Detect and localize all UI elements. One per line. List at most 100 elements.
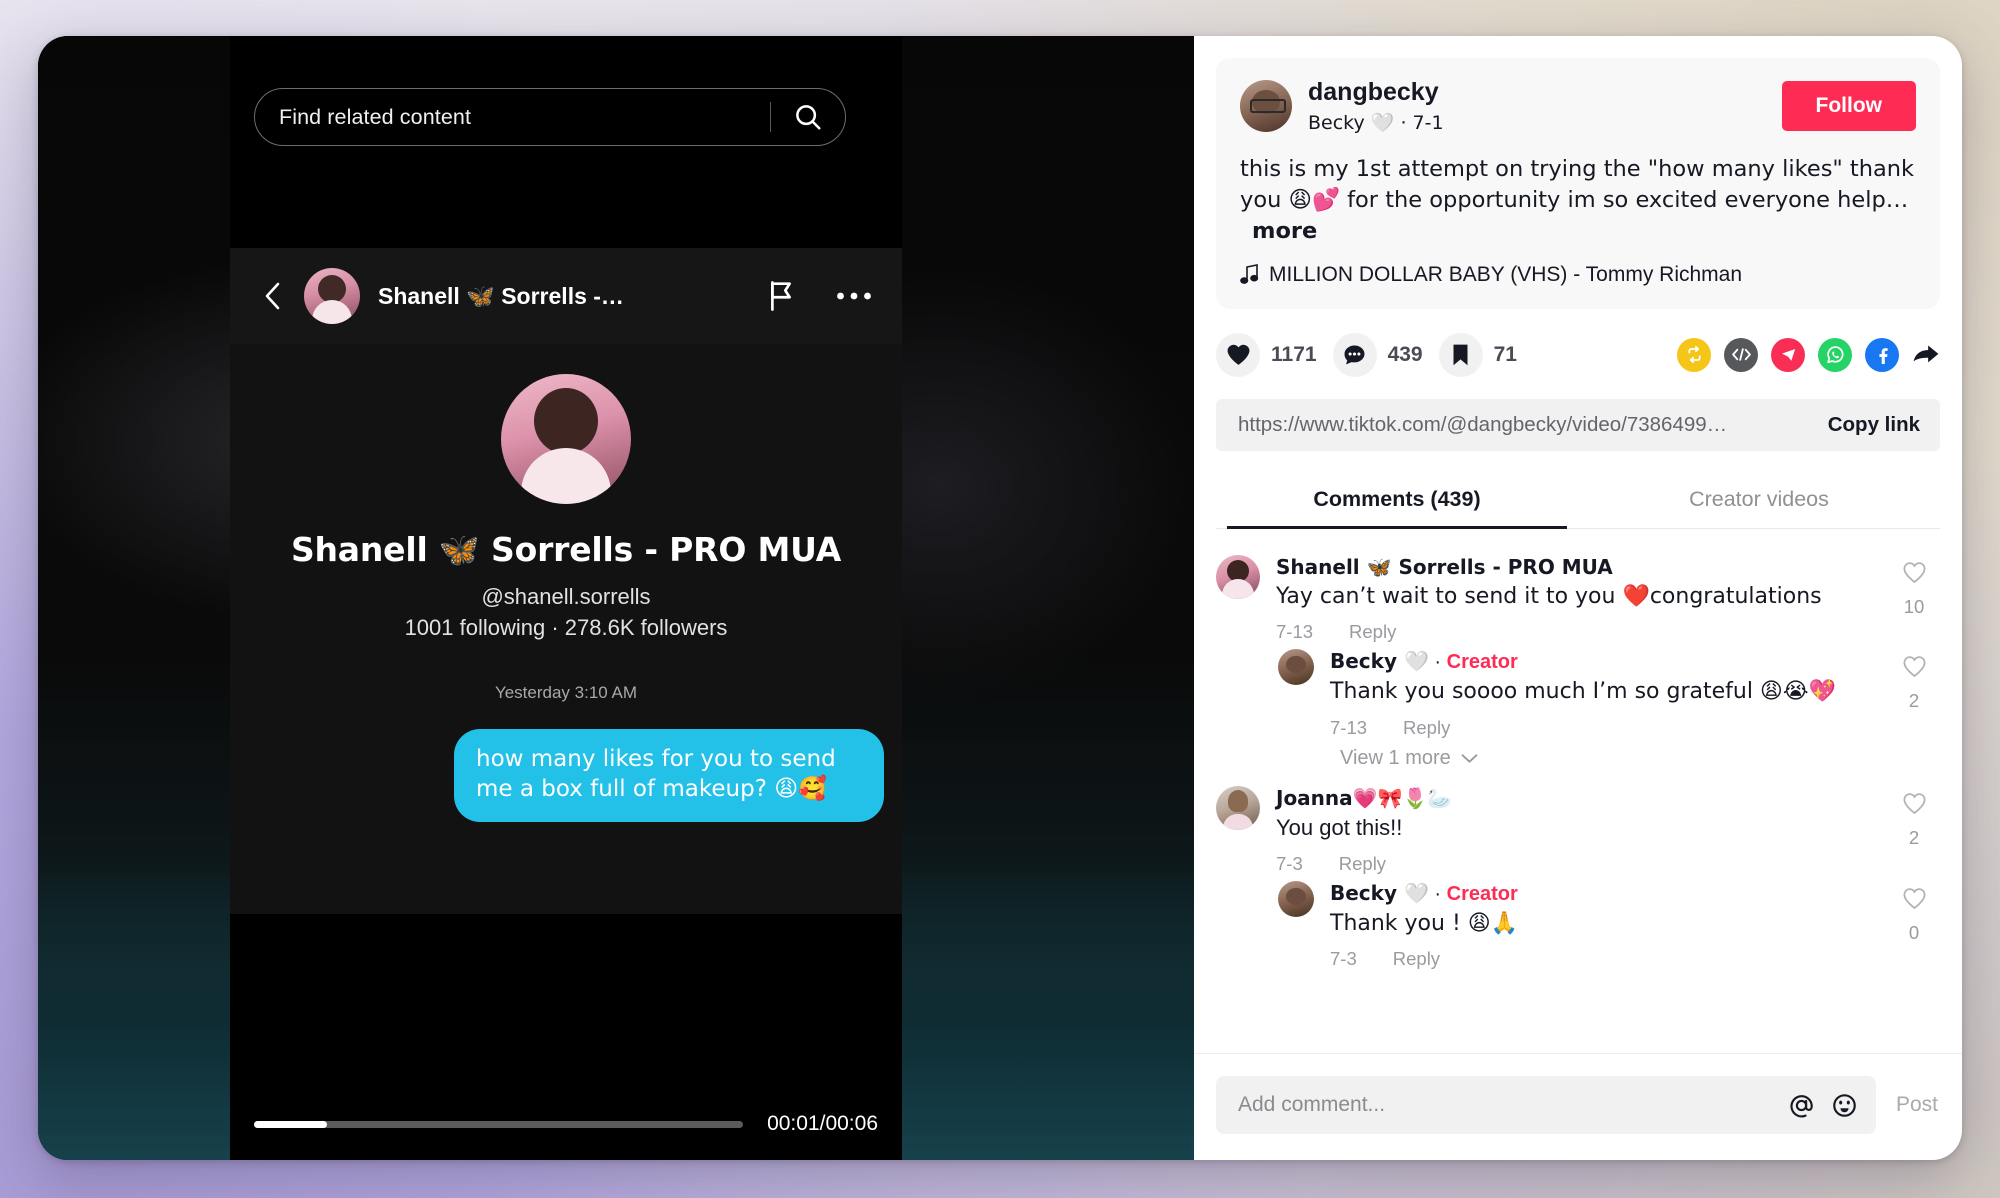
copy-link-button[interactable]: Copy link <box>1810 413 1920 437</box>
comment-item: Joanna💗🎀🌷🦢 You got this!! 7-3 Reply 2 <box>1216 786 1940 875</box>
comment-icon-wrapper <box>1332 332 1377 377</box>
share-more-button[interactable] <box>1912 343 1940 367</box>
comment-body: Becky 🤍 · Creator Thank you ! 😩🙏 7-3 Rep… <box>1330 881 1872 971</box>
tiktok-video-window: Find related content Shanell 🦋 Sorrells … <box>38 36 1962 1160</box>
comment-reply-button[interactable]: Reply <box>1393 948 1440 970</box>
repost-icon <box>1687 346 1701 364</box>
comment-meta: 7-13 Reply <box>1276 621 1872 643</box>
video-pane: Find related content Shanell 🦋 Sorrells … <box>38 36 1194 1160</box>
comment-reply-button[interactable]: Reply <box>1339 853 1386 875</box>
bookmark-stat[interactable]: 71 <box>1438 332 1517 377</box>
comment-compose-bar: Post <box>1194 1053 1962 1160</box>
comment-like-button[interactable]: 2 <box>1888 786 1940 875</box>
mention-button[interactable] <box>1788 1092 1815 1119</box>
embed-button[interactable] <box>1724 337 1758 372</box>
chevron-left-icon <box>265 282 280 310</box>
comment-meta: 7-13 Reply <box>1330 717 1872 739</box>
facebook-icon <box>1879 348 1888 364</box>
copy-link-row: https://www.tiktok.com/@dangbecky/video/… <box>1216 398 1940 451</box>
chevron-down-icon <box>1461 754 1478 763</box>
comment-like-count: 10 <box>1903 595 1925 617</box>
commenter-avatar[interactable] <box>1278 649 1314 686</box>
message-bubble: how many likes for you to send me a box … <box>454 729 884 822</box>
commenter-name[interactable]: Becky 🤍 · Creator <box>1330 881 1872 906</box>
profile-handle: @shanell.sorrells <box>481 584 651 609</box>
comment-text: You got this!! <box>1276 815 1403 841</box>
embed-code-icon <box>1731 348 1751 362</box>
profile-stats: 1001 following · 278.6K followers <box>404 615 728 640</box>
comment-item: Shanell 🦋 Sorrells - PRO MUA Yay can’t w… <box>1216 554 1940 644</box>
post-comment-button[interactable]: Post <box>1894 1093 1940 1117</box>
author-texts: dangbecky Becky 🤍 · 7-1 <box>1308 78 1766 134</box>
search-input[interactable]: Find related content <box>255 105 770 130</box>
detail-tabs: Comments (439) Creator videos <box>1216 473 1940 529</box>
bookmark-count: 71 <box>1493 342 1517 366</box>
music-row[interactable]: MILLION DOLLAR BABY (VHS) - Tommy Richma… <box>1240 263 1916 287</box>
more-options-button[interactable] <box>836 290 872 302</box>
find-related-content-bar[interactable]: Find related content <box>254 88 846 146</box>
comment-reply-button[interactable]: Reply <box>1349 621 1396 643</box>
comment-like-button[interactable]: 0 <box>1888 881 1940 971</box>
post-caption: this is my 1st attempt on trying the "ho… <box>1240 154 1916 247</box>
comment-meta: 7-3 Reply <box>1276 853 1872 875</box>
comment-like-count: 0 <box>1908 921 1920 943</box>
tab-comments[interactable]: Comments (439) <box>1216 473 1578 528</box>
report-button[interactable] <box>766 280 796 312</box>
like-icon-wrapper <box>1216 332 1260 377</box>
commenter-name[interactable]: Becky 🤍 · Creator <box>1330 649 1872 674</box>
caption-text: this is my 1st attempt on trying the "ho… <box>1240 155 1915 213</box>
repost-button[interactable] <box>1677 337 1711 372</box>
video-column: Find related content Shanell 🦋 Sorrells … <box>230 36 902 1160</box>
header-avatar[interactable] <box>304 268 360 324</box>
search-icon <box>796 105 821 130</box>
creator-badge: Creator <box>1446 651 1518 674</box>
author-username[interactable]: dangbecky <box>1308 78 1766 107</box>
comment-count: 439 <box>1387 342 1423 366</box>
comment-reply-item: Becky 🤍 · Creator Thank you ! 😩🙏 7-3 Rep… <box>1278 880 1940 971</box>
whatsapp-icon <box>1826 346 1844 364</box>
engagement-action-row: 1171 439 71 <box>1194 309 1962 377</box>
comment-like-count: 2 <box>1908 827 1920 849</box>
telegram-share-button[interactable] <box>1771 337 1805 372</box>
bookmark-icon <box>1453 344 1468 366</box>
comment-input-wrapper[interactable] <box>1216 1076 1876 1134</box>
follow-button[interactable]: Follow <box>1781 80 1916 131</box>
video-url-text[interactable]: https://www.tiktok.com/@dangbecky/video/… <box>1238 413 1810 437</box>
more-horizontal-icon <box>837 292 871 300</box>
profile-avatar <box>501 374 631 504</box>
comment-reply-button[interactable]: Reply <box>1403 717 1450 739</box>
like-stat[interactable]: 1171 <box>1216 332 1317 377</box>
commenter-name[interactable]: Shanell 🦋 Sorrells - PRO MUA <box>1276 555 1872 579</box>
video-progress-bar[interactable] <box>254 1120 744 1128</box>
comment-text: Thank you soooo much I’m so grateful 😩😭💖 <box>1330 679 1836 705</box>
comment-like-button[interactable]: 2 <box>1888 649 1940 739</box>
emoji-picker-button[interactable] <box>1831 1092 1858 1119</box>
comment-body: Shanell 🦋 Sorrells - PRO MUA Yay can’t w… <box>1276 555 1872 644</box>
comment-like-button[interactable]: 10 <box>1888 555 1940 644</box>
comments-list: Shanell 🦋 Sorrells - PRO MUA Yay can’t w… <box>1194 529 1962 1053</box>
heart-outline-icon <box>1903 793 1925 815</box>
post-meta-card: dangbecky Becky 🤍 · 7-1 Follow this is m… <box>1216 58 1940 309</box>
commenter-avatar[interactable] <box>1278 880 1314 917</box>
author-row: dangbecky Becky 🤍 · 7-1 Follow <box>1240 78 1916 134</box>
search-button[interactable] <box>771 89 845 145</box>
comment-input[interactable] <box>1238 1093 1772 1117</box>
commenter-name-text: Becky 🤍 <box>1330 880 1429 905</box>
detail-panel: dangbecky Becky 🤍 · 7-1 Follow this is m… <box>1194 36 1962 1160</box>
name-separator: · <box>1428 651 1447 674</box>
whatsapp-share-button[interactable] <box>1818 337 1852 372</box>
caption-more-link[interactable]: more <box>1252 218 1317 244</box>
tab-creator-videos[interactable]: Creator videos <box>1578 473 1940 528</box>
comment-stat[interactable]: 439 <box>1332 332 1423 377</box>
back-button[interactable] <box>260 280 286 312</box>
commenter-name[interactable]: Joanna💗🎀🌷🦢 <box>1276 786 1872 810</box>
author-avatar[interactable] <box>1240 79 1292 132</box>
heart-icon <box>1227 345 1249 366</box>
commenter-avatar[interactable] <box>1216 554 1260 599</box>
video-footer: 00:01/00:06 <box>230 914 902 1160</box>
commenter-avatar[interactable] <box>1216 786 1260 831</box>
facebook-share-button[interactable] <box>1865 337 1899 372</box>
comment-text: Yay can’t wait to send it to you ❤️congr… <box>1276 583 1822 609</box>
view-more-replies-button[interactable]: View 1 more <box>1340 747 1940 770</box>
at-mention-icon <box>1790 1094 1813 1117</box>
